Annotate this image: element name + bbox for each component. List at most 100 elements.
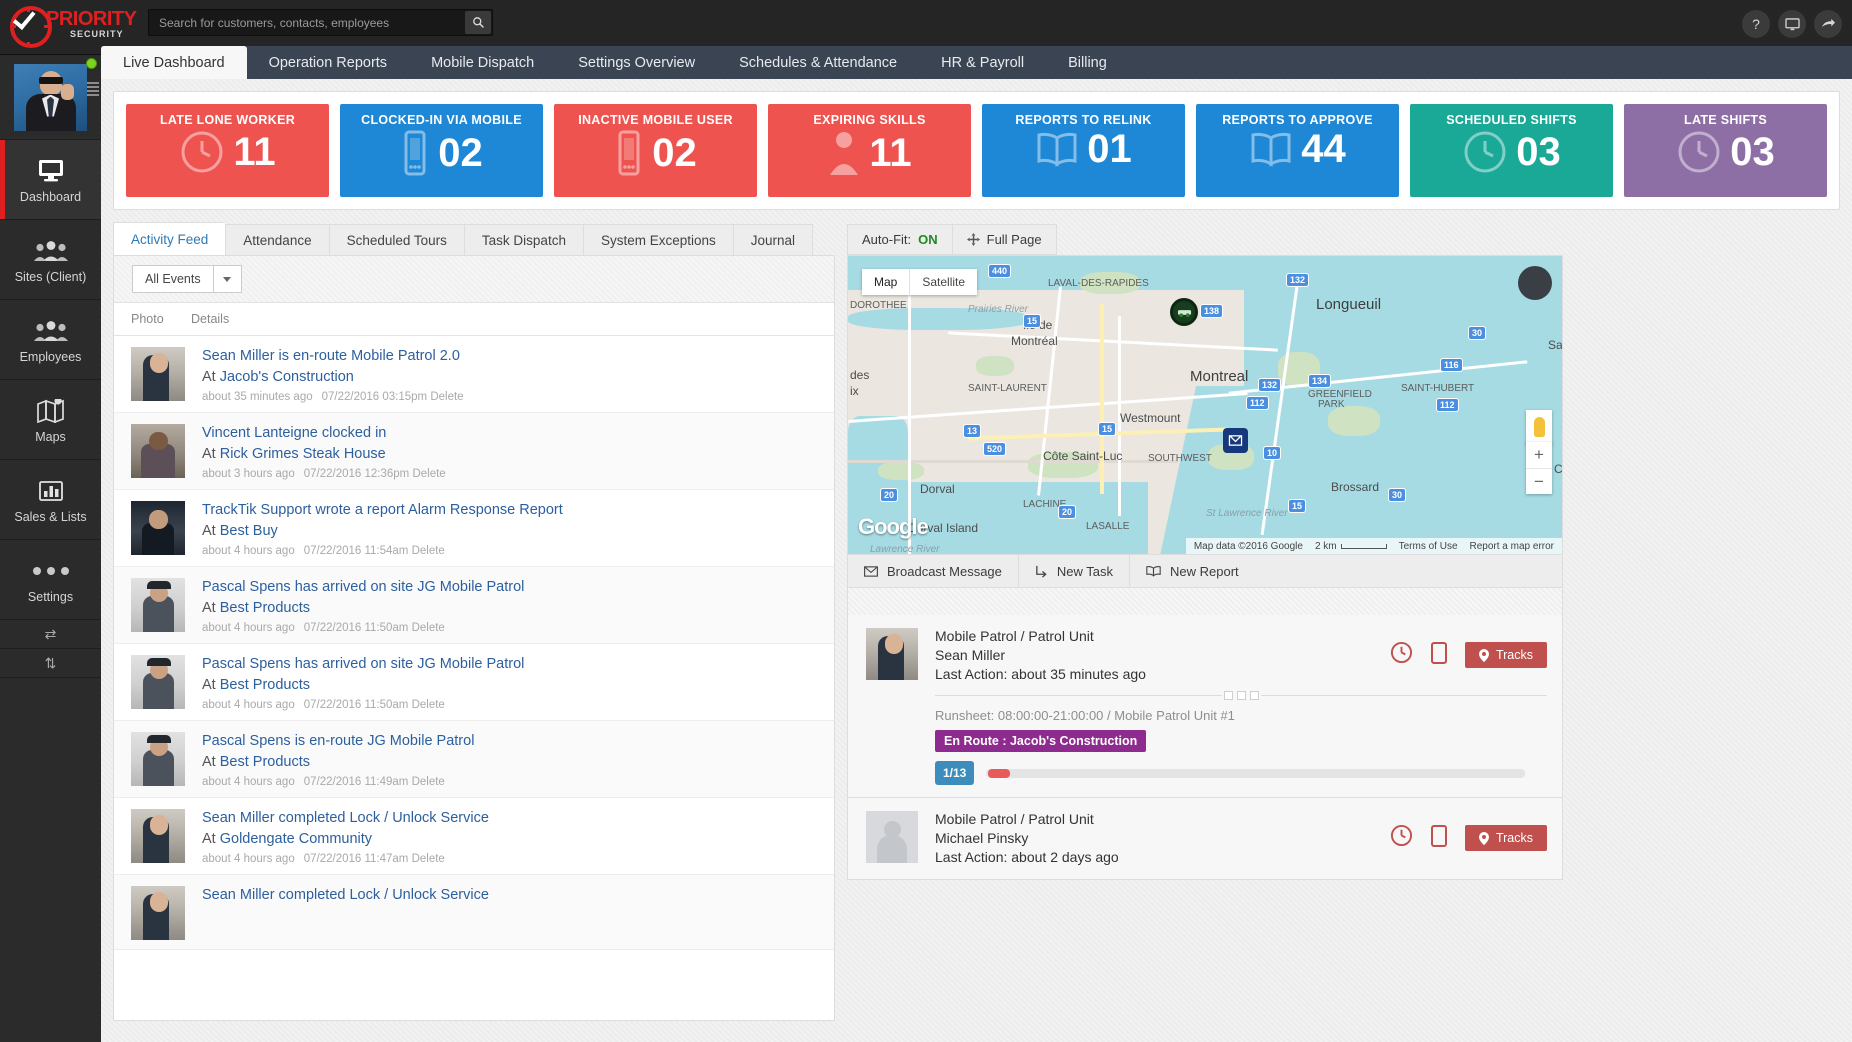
terms-link[interactable]: Terms of Use	[1399, 541, 1458, 552]
map-type-map[interactable]: Map	[862, 269, 909, 295]
clock-icon[interactable]	[1390, 824, 1413, 852]
tab-live-dashboard[interactable]: Live Dashboard	[101, 46, 247, 79]
event-actor[interactable]: Vincent Lanteigne	[202, 425, 318, 441]
event-actor[interactable]: TrackTik Support	[202, 502, 311, 518]
map-viewport[interactable]: LAVAL-DES-RAPIDESLongueuilPrairies River…	[847, 255, 1563, 555]
kpi-clocked-in-via-mobile[interactable]: CLOCKED-IN VIA MOBILE 02	[340, 104, 543, 197]
kpi-title: INACTIVE MOBILE USER	[578, 113, 733, 127]
kpi-late-lone-worker[interactable]: LATE LONE WORKER 11	[126, 104, 329, 197]
event-site[interactable]: Best Products	[220, 677, 310, 693]
list-item[interactable]: Pascal Spens is en-route JG Mobile Patro…	[114, 721, 834, 798]
brand-logo[interactable]: PRIORITY SECURITY	[8, 2, 126, 48]
list-item[interactable]: Pascal Spens has arrived on site JG Mobi…	[114, 644, 834, 721]
list-item[interactable]: Sean Miller completed Lock / Unlock Serv…	[114, 875, 834, 950]
help-button[interactable]: ?	[1742, 10, 1770, 38]
event-site[interactable]: Best Buy	[220, 523, 278, 539]
tab-hr-payroll[interactable]: HR & Payroll	[919, 46, 1046, 79]
auto-fit-toggle[interactable]: Auto-Fit: ON	[847, 224, 952, 255]
sidebar-item-sites[interactable]: Sites (Client)	[0, 220, 101, 300]
mobile-icon[interactable]	[1431, 825, 1447, 852]
subtab-attendance[interactable]: Attendance	[225, 224, 328, 255]
subtab-journal[interactable]: Journal	[733, 224, 813, 255]
list-item[interactable]: TrackTik Support wrote a report Alarm Re…	[114, 490, 834, 567]
event-actor[interactable]: Sean Miller	[202, 348, 275, 364]
kpi-reports-to-relink[interactable]: REPORTS TO RELINK 01	[982, 104, 1185, 197]
zoom-in-button[interactable]: +	[1526, 442, 1552, 468]
sort-toggle[interactable]: ⇅	[0, 649, 101, 678]
report-map-error-link[interactable]: Report a map error	[1470, 541, 1554, 552]
map-user-avatar[interactable]	[1518, 266, 1552, 300]
sidebar-item-dashboard[interactable]: Dashboard	[0, 140, 101, 220]
new-report-label: New Report	[1170, 564, 1239, 579]
delete-link[interactable]: Delete	[412, 468, 445, 480]
sidebar-item-sales-lists[interactable]: Sales & Lists	[0, 460, 101, 540]
sidebar-item-employees[interactable]: Employees	[0, 300, 101, 380]
search-input[interactable]	[149, 10, 464, 35]
subtab-task-dispatch[interactable]: Task Dispatch	[464, 224, 583, 255]
kpi-expiring-skills[interactable]: EXPIRING SKILLS 11	[768, 104, 971, 197]
unit-card[interactable]: Mobile Patrol / Patrol Unit Sean Miller …	[847, 615, 1563, 798]
kpi-late-shifts[interactable]: LATE SHIFTS 03	[1624, 104, 1827, 197]
event-actor[interactable]: Sean Miller	[202, 810, 275, 826]
map-highway-shield: 15	[1023, 314, 1041, 328]
event-filter-label[interactable]: All Events	[132, 265, 214, 293]
kpi-inactive-mobile-user[interactable]: INACTIVE MOBILE USER 02	[554, 104, 757, 197]
monitor-button[interactable]	[1778, 10, 1806, 38]
new-task-button[interactable]: New Task	[1018, 555, 1129, 588]
envelope-icon	[864, 566, 878, 577]
broadcast-message-button[interactable]: Broadcast Message	[847, 555, 1018, 588]
tab-settings-overview[interactable]: Settings Overview	[556, 46, 717, 79]
full-page-button[interactable]: Full Page	[952, 224, 1057, 255]
sidebar-item-maps[interactable]: Maps	[0, 380, 101, 460]
unit-card[interactable]: Mobile Patrol / Patrol Unit Michael Pins…	[847, 798, 1563, 880]
list-item[interactable]: Sean Miller is en-route Mobile Patrol 2.…	[114, 336, 834, 413]
sidebar-item-settings[interactable]: Settings	[0, 540, 101, 620]
event-actor[interactable]: Pascal Spens	[202, 656, 291, 672]
event-site[interactable]: Best Products	[220, 600, 310, 616]
delete-link[interactable]: Delete	[430, 391, 463, 403]
tab-schedules-attendance[interactable]: Schedules & Attendance	[717, 46, 919, 79]
list-item[interactable]: Sean Miller completed Lock / Unlock Serv…	[114, 798, 834, 875]
list-item[interactable]: Pascal Spens has arrived on site JG Mobi…	[114, 567, 834, 644]
share-button[interactable]	[1814, 10, 1842, 38]
collapse-toggle[interactable]: ⇄	[0, 620, 101, 649]
new-report-button[interactable]: New Report	[1129, 555, 1255, 588]
event-filter-dropdown[interactable]: All Events	[132, 265, 242, 293]
subtab-activity-feed[interactable]: Activity Feed	[113, 222, 225, 255]
tab-billing[interactable]: Billing	[1046, 46, 1129, 79]
event-site[interactable]: Jacob's Construction	[220, 369, 354, 385]
map-type-satellite[interactable]: Satellite	[909, 269, 977, 295]
tracks-button[interactable]: Tracks	[1465, 825, 1547, 851]
delete-link[interactable]: Delete	[412, 699, 445, 711]
kpi-scheduled-shifts[interactable]: SCHEDULED SHIFTS 03	[1410, 104, 1613, 197]
zoom-out-button[interactable]: −	[1526, 468, 1552, 494]
tab-operation-reports[interactable]: Operation Reports	[247, 46, 409, 79]
subtab-system-exceptions[interactable]: System Exceptions	[583, 224, 733, 255]
subtab-scheduled-tours[interactable]: Scheduled Tours	[329, 224, 464, 255]
event-action: clocked in	[318, 425, 387, 441]
event-actor[interactable]: Pascal Spens	[202, 733, 291, 749]
event-actor[interactable]: Sean Miller	[202, 887, 275, 903]
delete-link[interactable]: Delete	[412, 853, 445, 865]
delete-link[interactable]: Delete	[412, 776, 445, 788]
delete-link[interactable]: Delete	[412, 545, 445, 557]
mobile-icon[interactable]	[1431, 642, 1447, 669]
street-view-pegman[interactable]	[1526, 410, 1552, 444]
delete-link[interactable]: Delete	[412, 622, 445, 634]
search-button[interactable]	[465, 11, 491, 34]
tab-bar: Live Dashboard Operation Reports Mobile …	[101, 46, 1852, 79]
event-site[interactable]: Rick Grimes Steak House	[220, 446, 386, 462]
event-site[interactable]: Goldengate Community	[220, 831, 372, 847]
clock-icon[interactable]	[1390, 641, 1413, 669]
event-filter-caret[interactable]	[214, 265, 242, 293]
kpi-reports-to-approve[interactable]: REPORTS TO APPROVE 44	[1196, 104, 1399, 197]
map-marker-site[interactable]	[1223, 428, 1248, 453]
tab-mobile-dispatch[interactable]: Mobile Dispatch	[409, 46, 556, 79]
tracks-button[interactable]: Tracks	[1465, 642, 1547, 668]
event-site[interactable]: Best Products	[220, 754, 310, 770]
user-avatar-block[interactable]	[0, 55, 101, 140]
map-marker-unit[interactable]	[1170, 298, 1198, 326]
list-item[interactable]: Vincent Lanteigne clocked in At Rick Gri…	[114, 413, 834, 490]
menu-icon[interactable]	[87, 82, 99, 98]
event-actor[interactable]: Pascal Spens	[202, 579, 291, 595]
